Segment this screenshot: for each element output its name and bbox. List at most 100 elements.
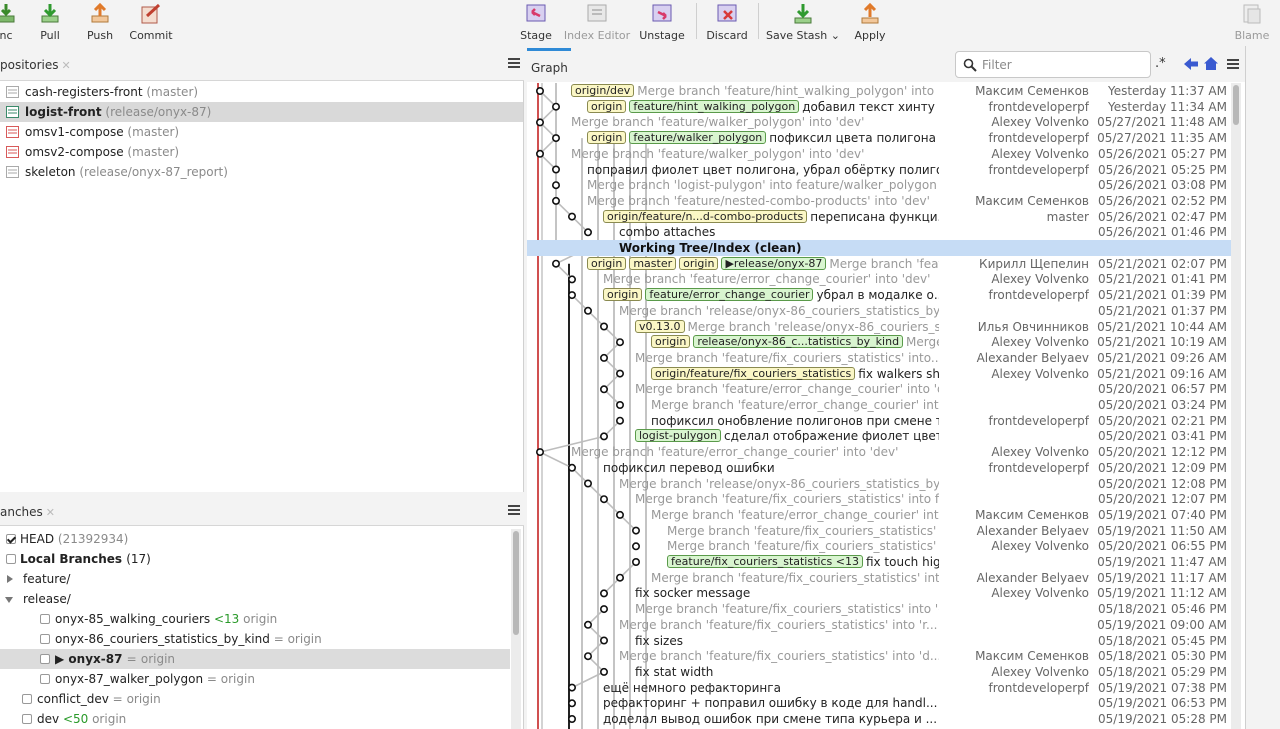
commit-row[interactable]: Merge branch 'feature/fix_couriers_stati… xyxy=(527,601,1231,617)
graph-scrollbar-thumb[interactable] xyxy=(1233,85,1239,125)
branch-checkbox[interactable] xyxy=(40,614,50,624)
ref-badge[interactable]: feature/fix_couriers_statistics <13 xyxy=(667,555,863,568)
menu-icon[interactable] xyxy=(1227,59,1239,69)
commit-row[interactable]: Merge branch 'feature/fix_couriers_stati… xyxy=(527,570,1231,586)
repository-item[interactable]: cash-registers-front (master) xyxy=(0,82,523,102)
ref-badge[interactable]: logist-pulygon xyxy=(635,429,722,443)
commit-row[interactable]: Merge branch 'feature/fix_couriers_stati… xyxy=(527,350,1231,366)
commit-row[interactable]: Merge branch 'feature/error_change_couri… xyxy=(527,271,1231,287)
commit-row[interactable]: пофиксил онобвление полигонов при смене … xyxy=(527,413,1231,429)
commit-row[interactable]: поправил фиолет цвет полигона, убрал обё… xyxy=(527,162,1231,178)
commit-row[interactable]: origin feature/walker_polygon пофиксил цве… xyxy=(527,130,1231,146)
commit-row[interactable]: feature/fix_couriers_statistics <13 fix t… xyxy=(527,554,1231,570)
commit-row[interactable]: рефакторинг + поправил ошибку в коде для… xyxy=(527,695,1231,711)
branch-item[interactable]: onyx-87_walker_polygon = origin xyxy=(0,669,510,689)
close-icon[interactable]: ✕ xyxy=(46,506,55,519)
arrow-left-icon[interactable] xyxy=(1184,58,1198,70)
commit-row[interactable]: origin release/onyx-86_c...tatistics_by_k… xyxy=(527,334,1231,350)
commit-row[interactable]: Merge branch 'feature/walker_polygon' in… xyxy=(527,146,1231,162)
commit-row[interactable]: Merge branch 'feature/walker_polygon' in… xyxy=(527,114,1231,130)
branch-checkbox[interactable] xyxy=(22,694,32,704)
stage-button[interactable]: Stage xyxy=(516,0,556,46)
collapse-icon[interactable] xyxy=(5,597,13,603)
commit-row[interactable]: Merge branch 'feature/fix_couriers_stati… xyxy=(527,538,1231,554)
commit-row[interactable]: origin/dev Merge branch 'feature/hint_wal… xyxy=(527,83,1231,99)
commit-row[interactable]: origin/feature/fix_couriers_statistics fi… xyxy=(527,366,1231,382)
commit-row[interactable]: origin/feature/n...d-combo-products переп… xyxy=(527,209,1231,225)
branch-checkbox[interactable] xyxy=(22,714,32,724)
sync-button[interactable]: nc xyxy=(0,0,24,46)
branch-checkbox[interactable] xyxy=(40,634,50,644)
commit-row[interactable]: Merge branch 'feature/nested-combo-produ… xyxy=(527,193,1231,209)
repository-item[interactable]: skeleton (release/onyx-87_report) xyxy=(0,162,523,182)
commit-row[interactable]: origin feature/hint_walking_polygon добави… xyxy=(527,99,1231,115)
branch-checkbox[interactable] xyxy=(40,674,50,684)
repository-item[interactable]: logist-front (release/onyx-87) xyxy=(0,102,523,122)
ref-badge[interactable]: origin/dev xyxy=(571,84,635,97)
commit-row[interactable]: Merge branch 'release/onyx-86_couriers_s… xyxy=(527,476,1231,492)
ref-badge[interactable]: feature/walker_polygon xyxy=(629,131,767,145)
push-button[interactable]: Push xyxy=(80,0,120,46)
ref-badge[interactable]: origin/feature/fix_couriers_statistics xyxy=(651,366,856,380)
commit-row[interactable]: ещё немного рефакторинга frontdeveloperpf… xyxy=(527,680,1231,696)
ref-badge[interactable]: v0.13.0 xyxy=(635,319,685,333)
ref-badge[interactable]: origin xyxy=(651,335,691,349)
branch-item[interactable]: onyx-85_walking_couriers <13 origin xyxy=(0,609,510,629)
ref-badge[interactable]: origin xyxy=(603,288,643,302)
branch-item[interactable]: dev <50 origin xyxy=(0,709,510,729)
close-icon[interactable]: ✕ xyxy=(62,59,71,72)
commit-row[interactable]: Merge branch 'feature/error_change_couri… xyxy=(527,507,1231,523)
ref-badge[interactable]: origin xyxy=(587,256,627,270)
commit-row[interactable]: fix socker message Alexey Volvenko 05/19/2… xyxy=(527,585,1231,601)
repository-item[interactable]: omsv2-compose (master) xyxy=(0,142,523,162)
commit-row[interactable]: доделал вывод ошибок при смене типа курь… xyxy=(527,711,1231,727)
ref-badge[interactable]: feature/error_change_courier xyxy=(645,288,814,302)
index-editor-button[interactable]: Index Editor xyxy=(562,0,632,46)
commit-row[interactable]: combo attaches 05/26/2021 01:46 PM xyxy=(527,224,1231,240)
release-folder-row[interactable]: release/ xyxy=(0,589,510,609)
feature-folder-row[interactable]: feature/ xyxy=(0,569,510,589)
commit-row[interactable]: fix sizes 05/18/2021 05:45 PM xyxy=(527,633,1231,649)
commit-row[interactable]: Merge branch 'feature/fix_couriers_stati… xyxy=(527,491,1231,507)
filter-input[interactable] xyxy=(982,56,1142,73)
ref-badge[interactable]: feature/hint_walking_polygon xyxy=(629,99,800,113)
blame-button[interactable]: Blame xyxy=(1232,0,1272,46)
apply-button[interactable]: Apply xyxy=(850,0,890,46)
commit-row[interactable]: v0.13.0 Merge branch 'release/onyx-86_cou… xyxy=(527,319,1231,335)
local-branches-checkbox[interactable] xyxy=(6,554,16,564)
commit-row[interactable]: Merge branch 'feature/error_change_couri… xyxy=(527,397,1231,413)
commit-row[interactable]: Merge branch 'logist-pulygon' into featu… xyxy=(527,177,1231,193)
unstage-button[interactable]: Unstage xyxy=(636,0,688,46)
head-checkbox[interactable] xyxy=(6,534,16,544)
pull-button[interactable]: Pull xyxy=(32,0,68,46)
save-stash-button[interactable]: Save Stash ⌄ xyxy=(766,0,840,46)
local-branches-row[interactable]: Local Branches (17) xyxy=(0,549,510,569)
commit-row[interactable]: Merge branch 'release/onyx-86_couriers_s… xyxy=(527,303,1231,319)
ref-badge[interactable]: origin/feature/n...d-combo-products xyxy=(603,209,808,223)
commit-row[interactable]: Merge branch 'feature/fix_couriers_stati… xyxy=(527,523,1231,539)
working-tree-row[interactable]: Working Tree/Index (clean) xyxy=(527,240,1231,256)
ref-badge[interactable]: origin xyxy=(587,131,627,145)
branch-item[interactable]: conflict_dev = origin xyxy=(0,689,510,709)
ref-badge[interactable]: release/onyx-86_c...tatistics_by_kind xyxy=(693,335,904,349)
branch-checkbox[interactable] xyxy=(40,654,50,664)
commit-button[interactable]: Commit xyxy=(128,0,174,46)
graph-scrollbar[interactable] xyxy=(1231,83,1241,729)
menu-icon[interactable] xyxy=(508,58,520,68)
tab-graph[interactable]: Graph xyxy=(527,48,571,80)
branch-item[interactable]: ▶ onyx-87 = origin xyxy=(0,649,510,669)
regex-toggle[interactable]: .* xyxy=(1155,56,1166,71)
commit-row[interactable]: origin feature/error_change_courier убрал … xyxy=(527,287,1231,303)
repository-item[interactable]: omsv1-compose (master) xyxy=(0,122,523,142)
ref-badge[interactable]: master xyxy=(629,256,677,270)
branch-item[interactable]: onyx-86_couriers_statistics_by_kind = or… xyxy=(0,629,510,649)
home-icon[interactable] xyxy=(1204,57,1218,70)
expand-icon[interactable] xyxy=(7,575,13,583)
commit-row[interactable]: origin master origin ▶release/onyx-87 Merge … xyxy=(527,256,1231,272)
ref-badge[interactable]: origin xyxy=(587,99,627,113)
commit-row[interactable]: logist-pulygon сделал отображение фиолет … xyxy=(527,428,1231,444)
branches-scrollbar[interactable] xyxy=(511,529,521,729)
commit-row[interactable]: пофиксил перевод ошибки frontdeveloperpf 0… xyxy=(527,460,1231,476)
commit-row[interactable]: Merge branch 'feature/error_change_couri… xyxy=(527,381,1231,397)
ref-badge[interactable]: ▶release/onyx-87 xyxy=(721,256,827,270)
